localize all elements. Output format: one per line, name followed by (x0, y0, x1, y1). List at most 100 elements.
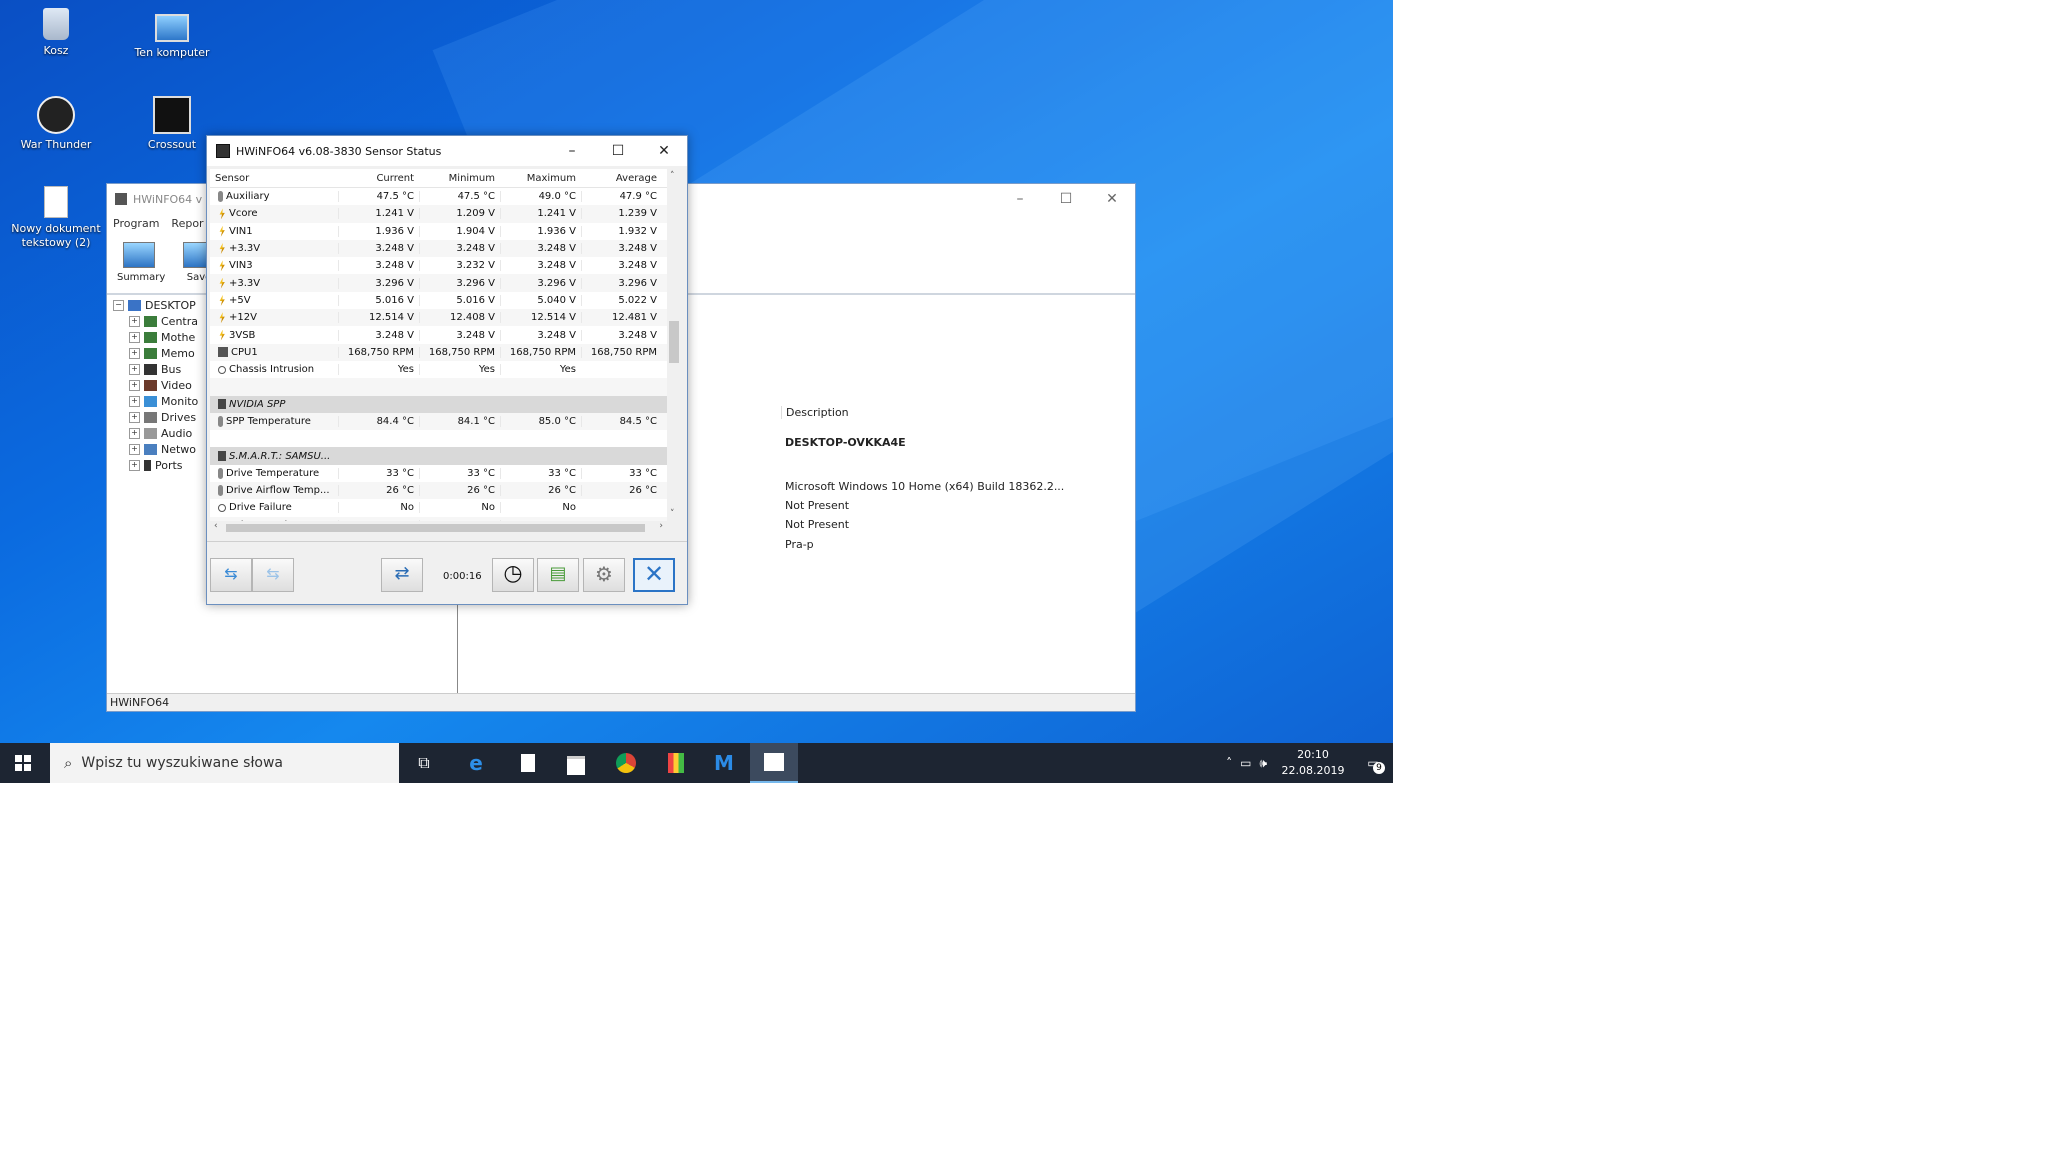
current-value: Yes (338, 364, 419, 376)
current-value: 84.4 °C (338, 416, 419, 427)
chrome-icon[interactable] (614, 751, 638, 775)
sensor-group-row[interactable]: S.M.A.R.T.: SAMSU... (210, 447, 667, 465)
this-pc-shortcut[interactable]: Ten komputer (122, 8, 222, 60)
navigate-right-button[interactable]: ⇆ (252, 558, 294, 592)
menu-report[interactable]: Repor (171, 217, 203, 230)
maximum-value: 3.248 V (500, 243, 581, 255)
clock-time: 20:10 (1297, 748, 1329, 761)
sensor-row[interactable]: Vcore 1.241 V 1.209 V 1.241 V 1.239 V (210, 205, 667, 223)
sensor-group-row[interactable]: NVIDIA SPP (210, 395, 667, 413)
column-sensor[interactable]: Sensor (210, 173, 338, 184)
speaker-icon (144, 427, 157, 439)
sensor-row[interactable]: Drive Airflow Temp... 26 °C 26 °C 26 °C 26 °… (210, 482, 667, 500)
column-minimum[interactable]: Minimum (419, 173, 500, 184)
search-box[interactable]: ⌕ Wpisz tu wyszukiwane słowa (50, 743, 399, 783)
sensor-window-title: HWiNFO64 v6.08-3830 Sensor Status (236, 144, 442, 158)
tree-label: DESKTOP (145, 298, 196, 312)
sensor-row[interactable]: Drive Failure No No No (210, 499, 667, 516)
close-button[interactable]: ✕ (1089, 191, 1135, 207)
maximize-button[interactable]: ☐ (1043, 191, 1089, 207)
horizontal-scrollbar[interactable]: ‹ › (210, 521, 667, 535)
sensor-name-cell: Drive Failure (210, 502, 338, 513)
minimum-value: 168,750 RPM (419, 346, 500, 358)
thermometer-icon (218, 467, 223, 479)
war-thunder-shortcut[interactable]: War Thunder (6, 96, 106, 152)
hwinfo-taskbar-button[interactable] (750, 743, 798, 783)
close-sensors-button[interactable]: ✕ (633, 558, 675, 592)
sensor-row[interactable]: 3VSB 3.248 V 3.248 V 3.248 V 3.248 V (210, 326, 667, 343)
sensor-title-bar[interactable]: HWiNFO64 v6.08-3830 Sensor Status – ☐ ✕ (207, 136, 687, 166)
monitor-icon (123, 242, 155, 268)
sensor-name-cell: CPU1 (210, 347, 338, 358)
recycle-bin-shortcut[interactable]: Kosz (6, 8, 106, 58)
scroll-right-icon[interactable]: › (659, 521, 663, 531)
current-value: 5.016 V (338, 294, 419, 306)
chevron-up-icon[interactable]: ˄ (1226, 756, 1232, 770)
computer-name-value: DESKTOP-OVKKA4E (785, 436, 906, 449)
description-header[interactable]: Description (781, 406, 849, 419)
sensor-name-cell: Drive Temperature (210, 467, 338, 479)
sensor-row[interactable]: SPP Temperature 84.4 °C 84.1 °C 85.0 °C 84.5… (210, 412, 667, 431)
minimize-button[interactable]: – (997, 191, 1043, 207)
sensor-name: NVIDIA SPP (229, 398, 286, 410)
scroll-up-icon[interactable]: ˄ (670, 171, 675, 181)
media-app-icon[interactable] (664, 751, 688, 775)
minimize-button[interactable]: – (549, 143, 595, 159)
sensor-row[interactable]: +3.3V 3.248 V 3.248 V 3.248 V 3.248 V (210, 239, 667, 258)
sensor-table: Sensor Current Minimum Maximum Average A… (210, 169, 667, 521)
sensor-row[interactable]: VIN1 1.936 V 1.904 V 1.936 V 1.932 V (210, 223, 667, 240)
sensor-row[interactable]: Chassis Intrusion Yes Yes Yes (210, 361, 667, 378)
sensor-row[interactable]: +3.3V 3.296 V 3.296 V 3.296 V 3.296 V (210, 274, 667, 292)
sensor-name-cell: +3.3V (210, 277, 338, 289)
computer-icon (155, 14, 189, 42)
close-button[interactable]: ✕ (641, 143, 687, 159)
minimum-value: 47.5 °C (419, 191, 500, 203)
malwarebytes-icon[interactable]: M (712, 751, 736, 775)
menu-program[interactable]: Program (113, 217, 159, 230)
maximize-button[interactable]: ☐ (595, 143, 641, 159)
sensor-row[interactable]: CPU1 168,750 RPM 168,750 RPM 168,750 RPM 168… (210, 343, 667, 361)
column-current[interactable]: Current (338, 173, 419, 184)
minimum-value: No (419, 502, 500, 514)
sensor-row[interactable]: Auxiliary 47.5 °C 47.5 °C 49.0 °C 47.9 °C (210, 188, 667, 205)
status-bar: HWiNFO64 (107, 693, 1135, 711)
sensor-table-header: Sensor Current Minimum Maximum Average (210, 169, 667, 188)
thermometer-icon (218, 191, 223, 203)
sensor-name-cell: VIN3 (210, 260, 338, 272)
system-tray: ˄ ▭ 🕪 20:10 22.08.2019 ▭ 9 (1226, 743, 1393, 783)
network-icon[interactable]: ▭ (1240, 756, 1251, 770)
column-average[interactable]: Average (581, 173, 662, 184)
summary-button[interactable]: Summary (117, 242, 165, 283)
column-maximum[interactable]: Maximum (500, 173, 581, 184)
sensor-row[interactable]: VIN3 3.248 V 3.232 V 3.248 V 3.248 V (210, 257, 667, 274)
start-button[interactable] (0, 743, 48, 783)
log-button[interactable]: ▤ (537, 558, 579, 592)
notification-center-icon[interactable]: ▭ 9 (1353, 756, 1393, 774)
clock-button[interactable]: ◷ (492, 558, 534, 592)
sensor-row[interactable]: +5V 5.016 V 5.016 V 5.040 V 5.022 V (210, 292, 667, 309)
sensor-row[interactable]: Drive Temperature 33 °C 33 °C 33 °C 33 °C (210, 465, 667, 482)
voltage-icon (219, 312, 225, 324)
scroll-down-icon[interactable]: ˅ (670, 509, 675, 519)
edge-icon[interactable]: e (464, 751, 488, 775)
scroll-left-icon[interactable]: ‹ (214, 521, 218, 531)
volume-icon[interactable]: 🕪 (1259, 756, 1267, 771)
main-window-title: HWiNFO64 v (133, 192, 203, 206)
clock[interactable]: 20:10 22.08.2019 (1273, 747, 1353, 779)
navigate-left-button[interactable]: ⇆ (210, 558, 252, 592)
vertical-scrollbar[interactable]: ˄ ˅ (667, 169, 681, 521)
scroll-thumb[interactable] (669, 321, 679, 363)
sensor-name-cell: +5V (210, 294, 338, 306)
scroll-thumb[interactable] (226, 524, 645, 532)
store-icon[interactable] (564, 751, 588, 775)
sensor-row[interactable] (210, 430, 667, 447)
sensor-row[interactable]: +12V 12.514 V 12.408 V 12.514 V 12.481 V (210, 309, 667, 327)
text-document-shortcut[interactable]: Nowy dokument tekstowy (2) (6, 186, 106, 250)
settings-button[interactable]: ⚙ (583, 558, 625, 592)
task-view-icon[interactable]: ⧉ (412, 751, 436, 775)
current-value: 47.5 °C (338, 191, 419, 203)
network-button[interactable]: ⇄ (381, 558, 423, 592)
notepad-icon[interactable] (516, 751, 540, 775)
arrows-icon: ⇆ (224, 564, 238, 583)
sensor-row[interactable] (210, 378, 667, 396)
